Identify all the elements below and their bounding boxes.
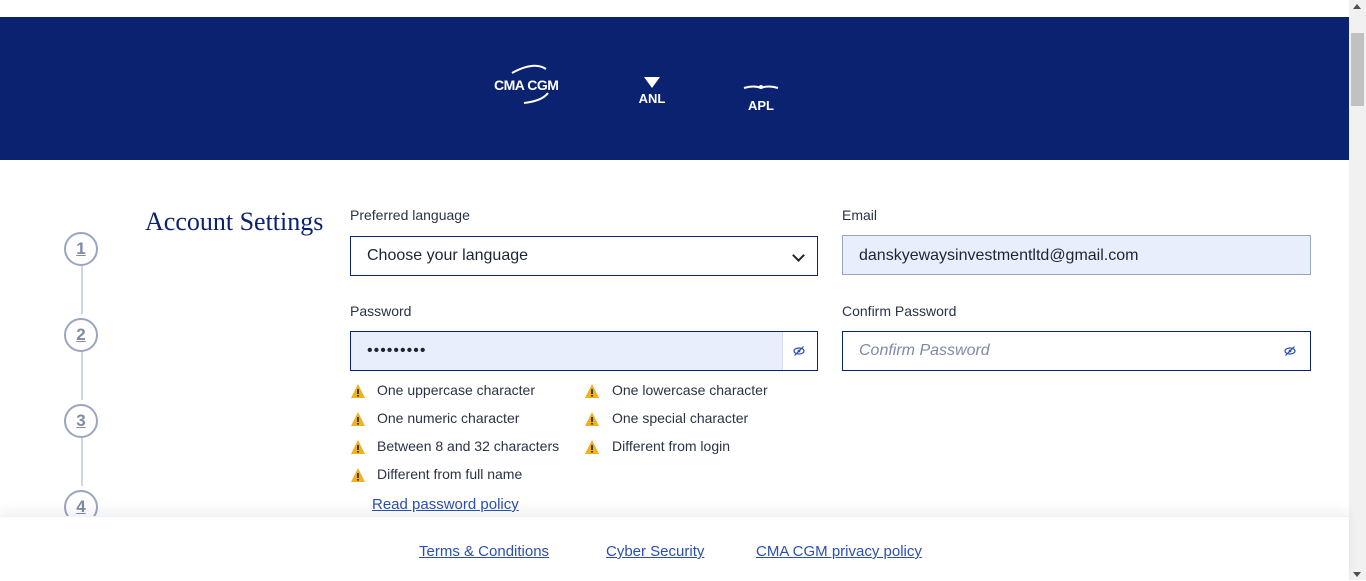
password-value: ••••••••• [367, 342, 427, 359]
language-select-value: Choose your language [367, 247, 529, 264]
cma-cgm-logo: CMA CGM [494, 63, 590, 107]
scroll-down-arrow-icon[interactable] [1353, 572, 1361, 577]
stepper-connector [81, 264, 83, 314]
cyber-security-link[interactable]: Cyber Security [606, 543, 704, 560]
chevron-down-icon [792, 249, 805, 262]
confirm-password-field[interactable]: Confirm Password [842, 331, 1311, 371]
registration-stepper: 1 2 3 4 [62, 230, 102, 524]
scrollbar-thumb[interactable] [1351, 33, 1364, 106]
warning-icon [351, 440, 365, 454]
confirm-password-placeholder: Confirm Password [859, 342, 990, 359]
rule-different-login: Different from login [612, 438, 731, 454]
confirm-password-label: Confirm Password [842, 303, 957, 319]
scroll-up-arrow-icon[interactable] [1353, 4, 1361, 9]
top-strip [0, 0, 1349, 17]
anl-logo-text: ANL [638, 91, 666, 106]
rule-different-full-name: Different from full name [377, 466, 523, 482]
stepper-connector [81, 436, 83, 486]
brand-banner [0, 17, 1349, 160]
apl-eagle-icon [743, 85, 779, 90]
rule-length: Between 8 and 32 characters [377, 438, 560, 454]
step-1[interactable]: 1 [64, 232, 98, 266]
warning-icon [351, 468, 365, 482]
rule-uppercase: One uppercase character [377, 382, 535, 398]
privacy-policy-link[interactable]: CMA CGM privacy policy [756, 543, 922, 560]
step-2[interactable]: 2 [64, 318, 98, 352]
language-label: Preferred language [350, 207, 470, 223]
warning-icon [585, 384, 599, 398]
warning-icon [351, 384, 365, 398]
warning-icon [585, 440, 599, 454]
eye-off-icon [793, 346, 805, 356]
password-visibility-toggle[interactable] [782, 332, 817, 370]
read-password-policy-link[interactable]: Read password policy [372, 496, 519, 513]
email-field[interactable]: danskyewaysinvestmentltd@gmail.com [842, 235, 1311, 275]
warning-icon [351, 412, 365, 426]
cma-cgm-logo-text: CMA CGM [494, 77, 559, 93]
anl-triangle-icon [644, 77, 660, 88]
page-title: Account Settings [145, 207, 324, 236]
stepper-connector [81, 350, 83, 400]
rule-numeric: One numeric character [377, 410, 520, 426]
apl-logo-text: APL [748, 98, 774, 113]
anl-logo: ANL [636, 77, 668, 107]
terms-conditions-link[interactable]: Terms & Conditions [419, 543, 549, 560]
email-value: danskyewaysinvestmentltd@gmail.com [859, 247, 1139, 264]
rule-special: One special character [612, 410, 749, 426]
warning-icon [585, 412, 599, 426]
email-label: Email [842, 207, 878, 223]
rule-lowercase: One lowercase character [612, 382, 768, 398]
step-3[interactable]: 3 [64, 404, 98, 438]
eye-off-icon[interactable] [1284, 345, 1296, 357]
password-label: Password [350, 303, 412, 319]
language-select[interactable]: Choose your language [350, 236, 818, 276]
apl-logo: APL [742, 80, 780, 113]
password-field[interactable]: ••••••••• [350, 331, 818, 371]
